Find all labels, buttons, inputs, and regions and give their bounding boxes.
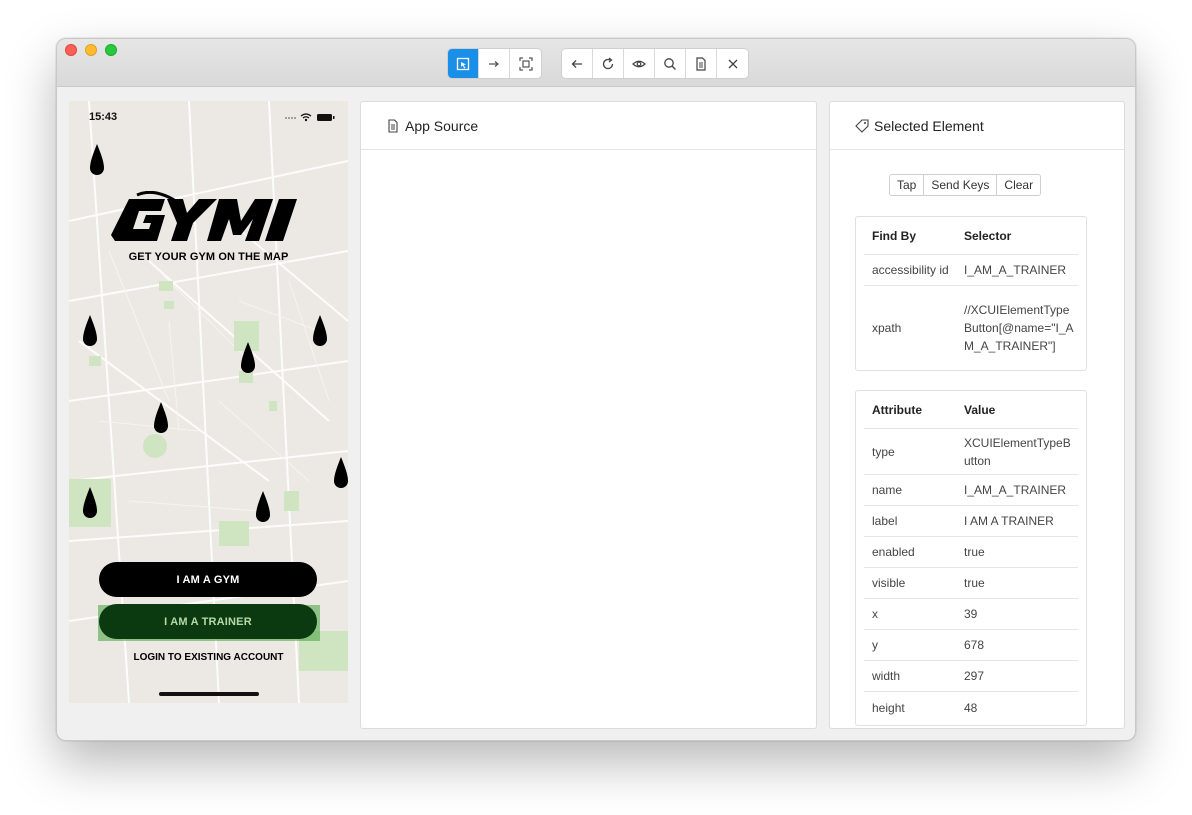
attribute-value[interactable]: 678 [964, 636, 1076, 654]
attribute-value[interactable]: 297 [964, 667, 1076, 685]
titlebar [57, 39, 1135, 87]
screenshot-region-button[interactable] [510, 49, 541, 78]
main-content: 15:43 GET YOUR GYM ON THE MAP I AM A GYM… [57, 87, 1135, 740]
copy-source-button[interactable] [686, 49, 717, 78]
minimize-window-button[interactable] [85, 44, 97, 56]
i-am-a-trainer-button[interactable]: I AM A TRAINER [99, 604, 317, 639]
find-by-strategy: xpath [872, 321, 902, 335]
attribute-name: name [872, 483, 903, 497]
map-pin-icon [90, 144, 104, 175]
attribute-name: width [872, 669, 901, 683]
arrow-left-icon [571, 59, 582, 68]
attribute-value[interactable]: true [964, 543, 1076, 561]
toolbar-action-group [561, 48, 749, 79]
login-existing-account-link[interactable]: LOGIN TO EXISTING ACCOUNT [69, 652, 348, 663]
attribute-name: visible [872, 576, 906, 590]
table-row: width 297 [864, 661, 1078, 692]
selected-element-title: Selected Element [874, 117, 984, 134]
i-am-a-gym-button[interactable]: I AM A GYM [99, 562, 317, 597]
table-header-row: Attribute Value [864, 391, 1078, 429]
close-session-button[interactable] [717, 49, 748, 78]
back-button[interactable] [562, 49, 593, 78]
visibility-button[interactable] [624, 49, 655, 78]
search-button[interactable] [655, 49, 686, 78]
landing-tagline: GET YOUR GYM ON THE MAP [128, 251, 289, 263]
map-pin-icon [154, 402, 168, 433]
attribute-value[interactable]: XCUIElementTypeButton [964, 434, 1076, 470]
document-icon [696, 56, 706, 71]
table-row: xpath //XCUIElementTypeButton[@name="I_A… [864, 286, 1078, 370]
table-row: enabled true [864, 537, 1078, 568]
zoom-window-button[interactable] [105, 44, 117, 56]
attribute-name: height [872, 700, 905, 715]
element-actions: Tap Send Keys Clear [889, 174, 1042, 196]
attribute-value[interactable]: I AM A TRAINER [964, 512, 1076, 530]
find-by-strategy: accessibility id [872, 263, 949, 277]
map-pin-icon [334, 457, 348, 488]
close-window-button[interactable] [65, 44, 77, 56]
map-pin-icon [83, 487, 97, 518]
map-pin-icon [256, 491, 270, 522]
toolbar-mode-group [447, 48, 542, 79]
table-row: x 39 [864, 599, 1078, 630]
attribute-value[interactable]: 48 [964, 699, 1076, 717]
document-icon [388, 118, 398, 133]
status-bar-icons [285, 113, 335, 122]
find-by-table: Find By Selector accessibility id I_AM_A… [855, 216, 1087, 371]
attribute-value[interactable]: 39 [964, 605, 1076, 623]
attribute-name: type [872, 444, 895, 459]
device-screenshot[interactable]: 15:43 GET YOUR GYM ON THE MAP I AM A GYM… [69, 101, 348, 703]
attribute-name: label [872, 514, 898, 528]
app-source-header: App Source [361, 102, 816, 150]
map-pin-icon [83, 315, 97, 346]
table-header-row: Find By Selector [864, 217, 1078, 255]
gymi-logo [111, 191, 297, 241]
attribute-name: enabled [872, 545, 915, 559]
refresh-button[interactable] [593, 49, 624, 78]
send-keys-button[interactable]: Send Keys [924, 175, 998, 195]
close-icon [728, 59, 737, 68]
clear-button[interactable]: Clear [997, 175, 1041, 195]
tap-button[interactable]: Tap [890, 175, 925, 195]
map-pin-icon [313, 315, 327, 346]
column-header: Value [964, 402, 996, 417]
eye-icon [632, 60, 646, 67]
table-row: type XCUIElementTypeButton [864, 429, 1078, 475]
table-row: name I_AM_A_TRAINER [864, 475, 1078, 506]
column-header: Selector [964, 228, 1012, 243]
attribute-value[interactable]: I_AM_A_TRAINER [964, 481, 1076, 499]
select-element-icon [456, 57, 470, 70]
column-header: Find By [872, 228, 916, 243]
app-source-panel: App Source <XCUIElementTypeApplicationna… [360, 101, 817, 729]
app-window: 15:43 GET YOUR GYM ON THE MAP I AM A GYM… [56, 38, 1136, 741]
map-pin-icon [241, 342, 255, 373]
app-source-title: App Source [405, 117, 479, 134]
table-row: height 48 [864, 692, 1078, 723]
selected-element-panel: Selected Element Tap Send Keys Clear Fin… [829, 101, 1125, 729]
find-by-selector[interactable]: I_AM_A_TRAINER [964, 261, 1076, 279]
attribute-value[interactable]: true [964, 574, 1076, 592]
select-element-button[interactable] [448, 49, 479, 78]
attribute-name: y [872, 638, 878, 652]
find-by-selector[interactable]: //XCUIElementTypeButton[@name="I_AM_A_TR… [964, 301, 1076, 355]
table-row: label I AM A TRAINER [864, 506, 1078, 537]
swipe-arrow-icon [489, 60, 499, 67]
refresh-icon [602, 56, 614, 69]
table-row: accessibility id I_AM_A_TRAINER [864, 255, 1078, 286]
crop-frame-icon [518, 56, 533, 71]
attribute-name: x [872, 607, 878, 621]
column-header: Attribute [872, 402, 922, 417]
home-indicator [159, 692, 259, 696]
tag-icon [855, 118, 869, 133]
table-row: visible true [864, 568, 1078, 599]
search-icon [664, 57, 676, 70]
attributes-table: Attribute Value type XCUIElementTypeButto… [855, 390, 1087, 726]
table-row: y 678 [864, 630, 1078, 661]
swipe-button[interactable] [479, 49, 510, 78]
status-time: 15:43 [89, 111, 118, 123]
selected-element-header: Selected Element [830, 102, 1124, 150]
